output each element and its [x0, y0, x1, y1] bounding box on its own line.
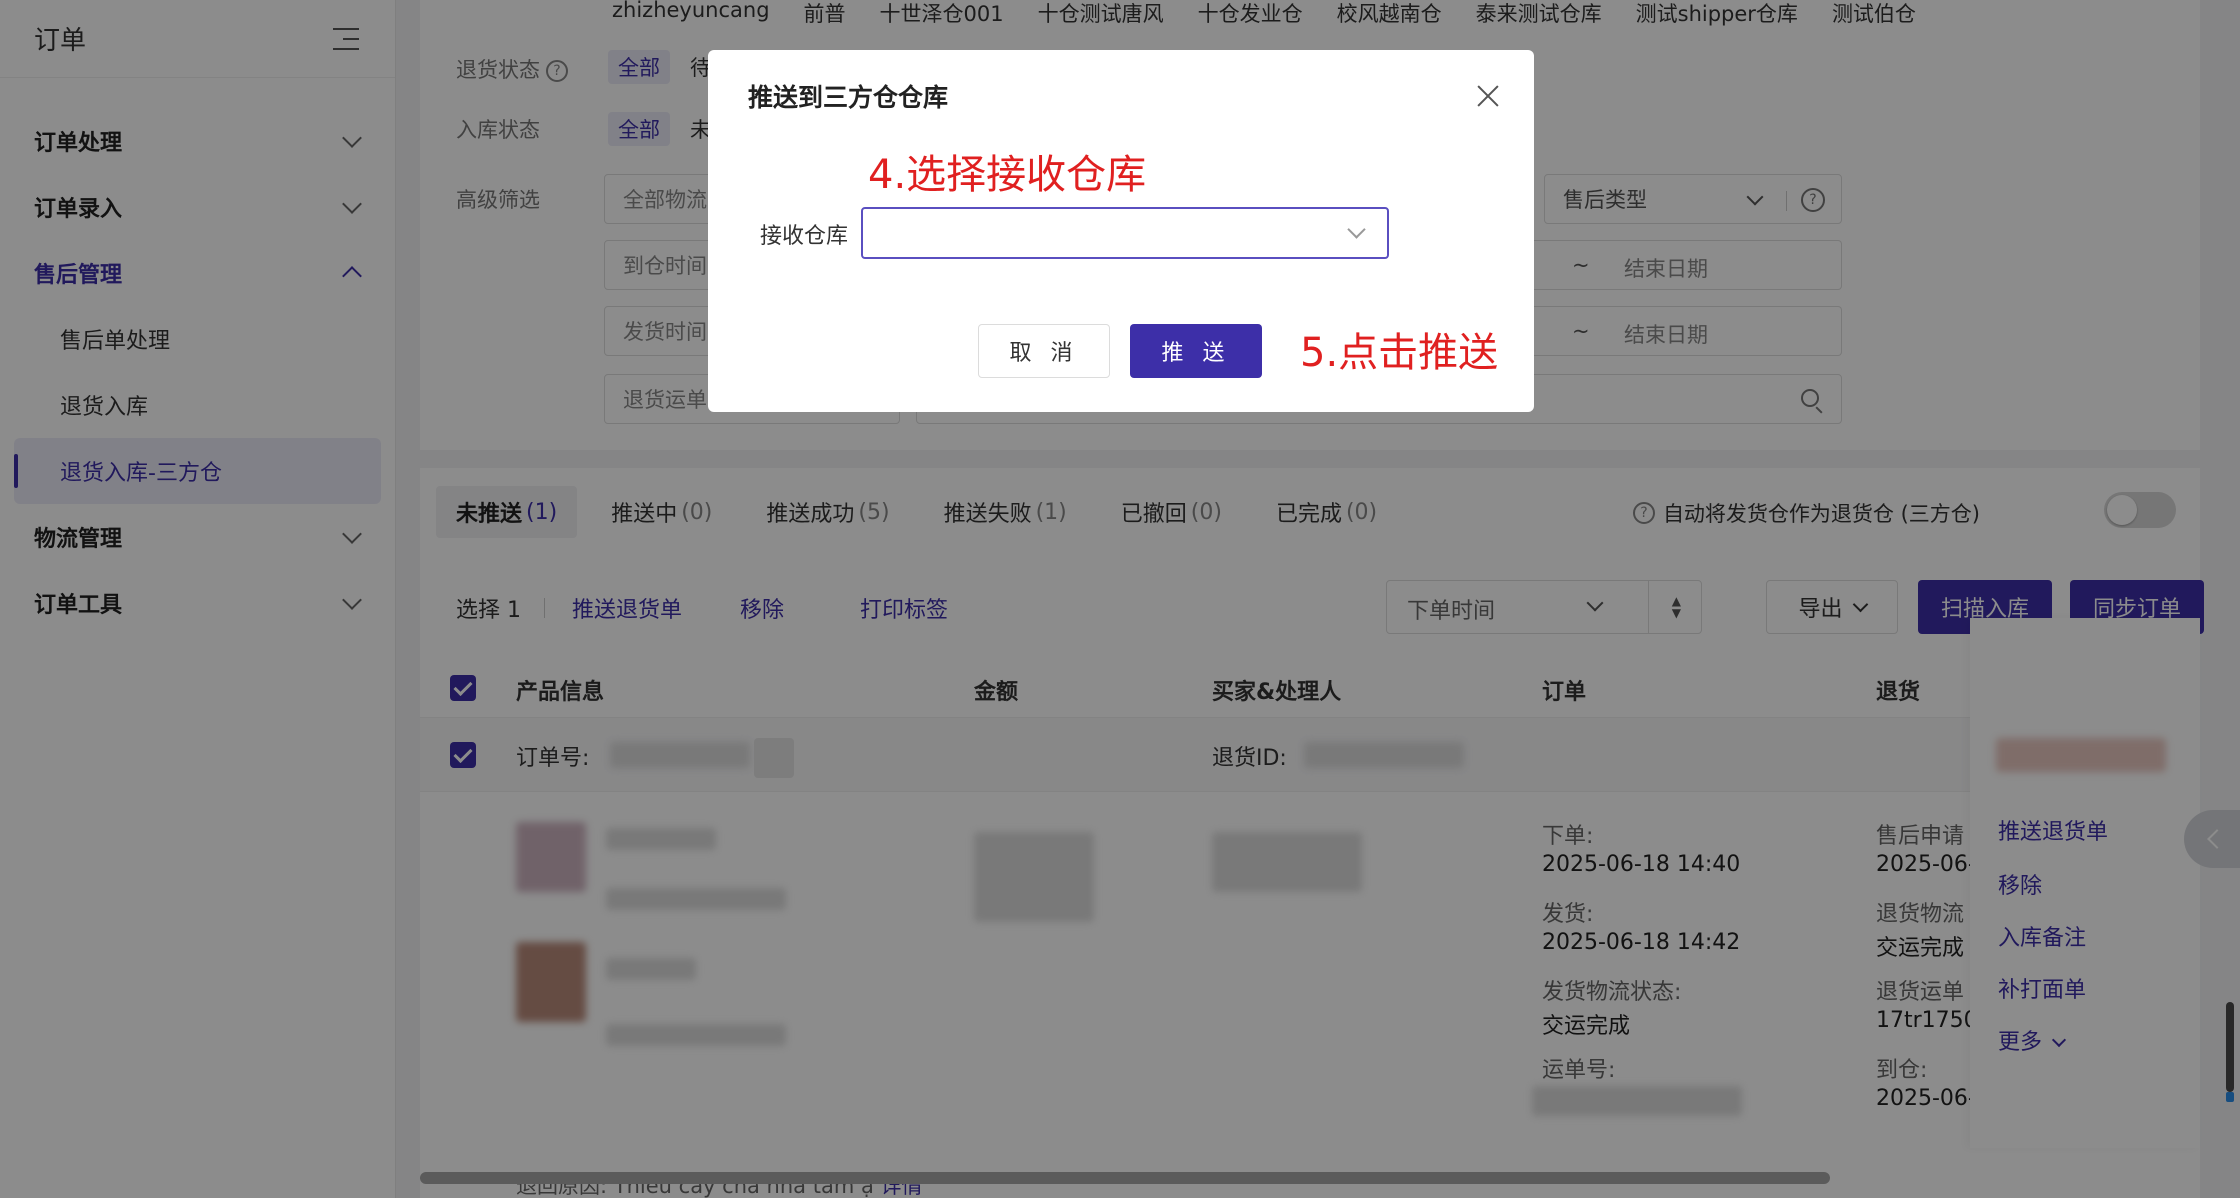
close-icon[interactable] — [1476, 84, 1500, 108]
cancel-button[interactable]: 取 消 — [978, 324, 1110, 378]
chevron-down-icon — [1347, 220, 1366, 239]
annotation-select-warehouse: 4.选择接收仓库 — [868, 152, 1147, 198]
push-to-3pl-dialog: 推送到三方仓仓库 4.选择接收仓库 接收仓库 取 消 推 送 5.点击推送 — [708, 50, 1534, 412]
receiving-warehouse-label: 接收仓库 — [760, 224, 849, 249]
receiving-warehouse-select[interactable] — [861, 207, 1389, 259]
annotation-click-push: 5.点击推送 — [1300, 330, 1499, 376]
dialog-title: 推送到三方仓仓库 — [748, 83, 949, 112]
push-button[interactable]: 推 送 — [1130, 324, 1262, 378]
